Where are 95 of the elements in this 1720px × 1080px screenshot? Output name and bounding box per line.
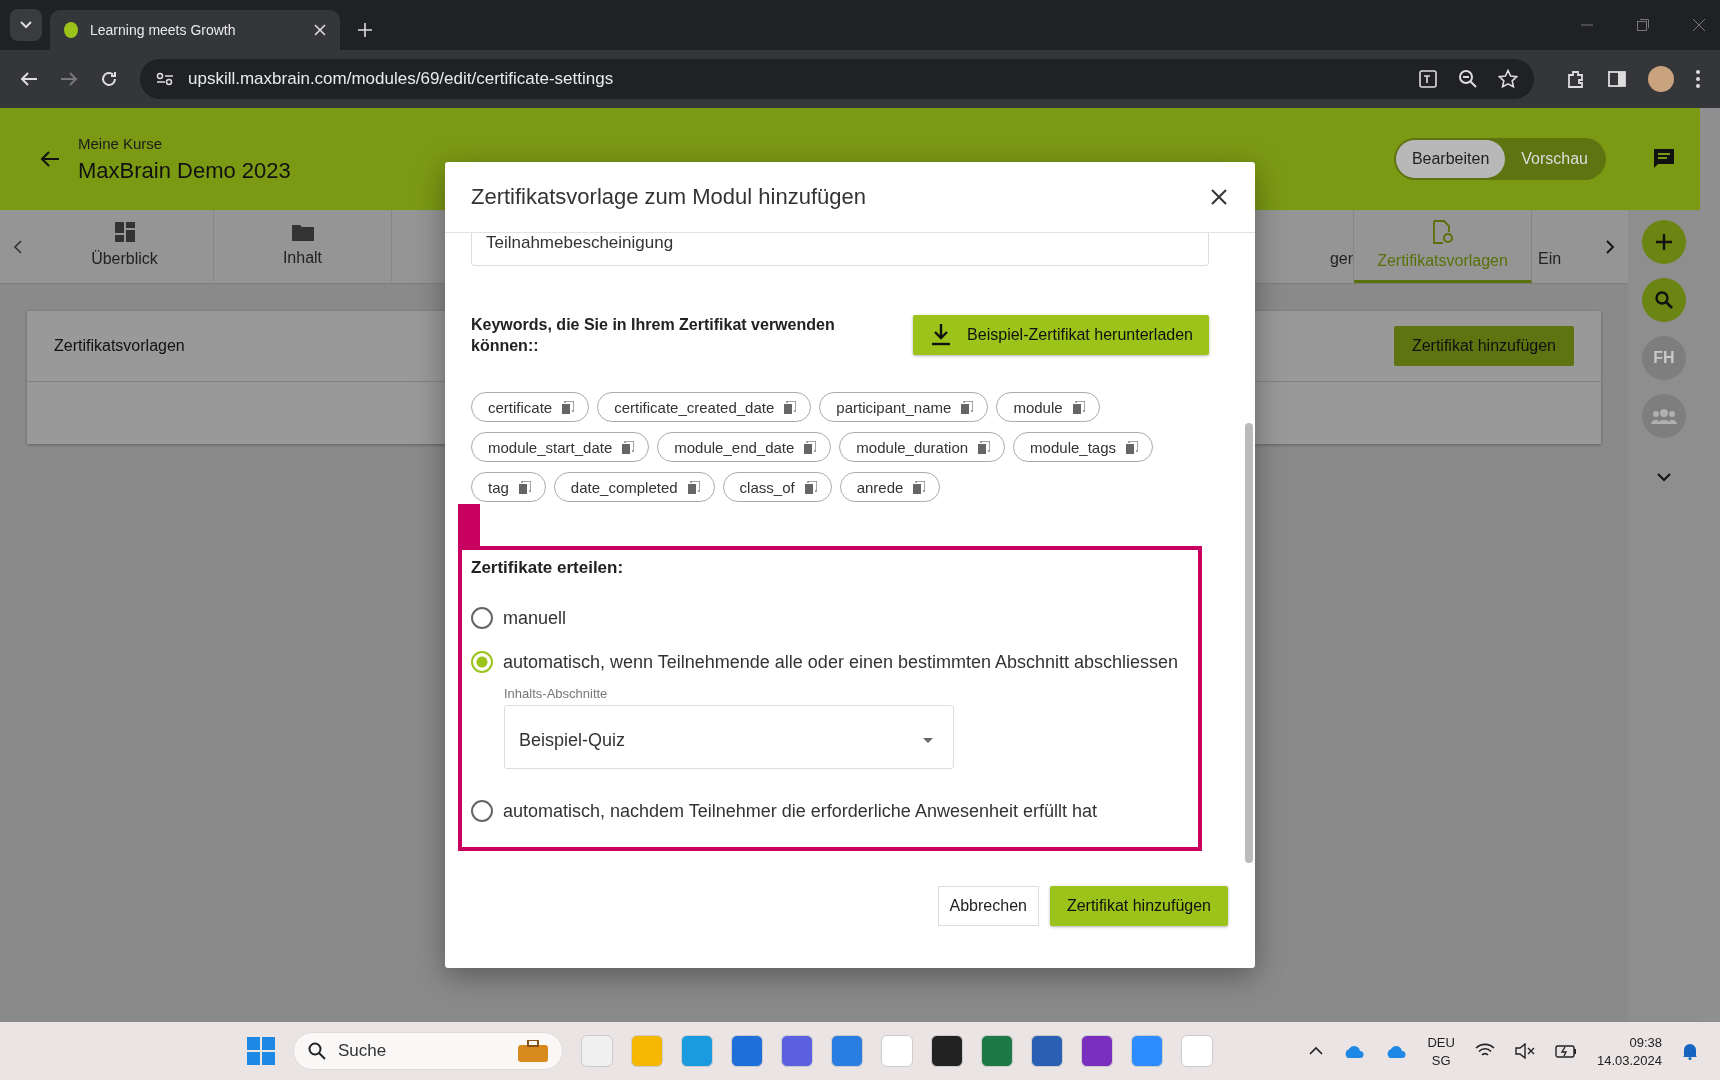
side-panel-icon[interactable]: [1608, 70, 1626, 88]
page-scrollbar[interactable]: [1700, 108, 1720, 1022]
search-button[interactable]: [1642, 278, 1686, 322]
select-label: Inhalts-Abschnitte: [504, 686, 609, 701]
copy-icon: [804, 440, 817, 454]
cloud-icon[interactable]: [1385, 1044, 1408, 1058]
briefcase-icon: [518, 1040, 548, 1062]
taskbar-app-icon[interactable]: [931, 1035, 963, 1067]
keyword-chip[interactable]: module: [996, 392, 1100, 422]
radio-button[interactable]: [471, 651, 493, 673]
copy-icon: [518, 480, 531, 494]
chevron-down-icon[interactable]: [1657, 472, 1671, 482]
radio-label[interactable]: manuell: [503, 607, 567, 629]
add-certificate-button[interactable]: Zertifikat hinzufügen: [1393, 326, 1574, 366]
site-settings-icon[interactable]: [156, 72, 174, 86]
keyword-chip[interactable]: certificate_created_date: [597, 392, 812, 422]
name-field[interactable]: Teilnahmebescheinigung: [471, 233, 1209, 266]
url-text: upskill.maxbrain.com/modules/69/edit/certificate-settings: [188, 69, 615, 89]
back-arrow-icon[interactable]: [40, 149, 60, 169]
radio-button[interactable]: [471, 800, 493, 822]
chevron-right-icon[interactable]: [1605, 239, 1615, 254]
breadcrumb-link[interactable]: Meine Kurse: [78, 134, 291, 152]
section-label: Zertifikate erteilen:: [471, 558, 625, 578]
reload-icon[interactable]: [100, 70, 118, 88]
restore-icon[interactable]: [1636, 18, 1650, 32]
taskbar-search-field[interactable]: Suche: [293, 1032, 563, 1070]
forward-icon[interactable]: [60, 70, 78, 88]
copy-icon: [622, 440, 635, 454]
copy-icon: [804, 480, 817, 494]
folder-icon: [291, 223, 314, 241]
search-icon: [1655, 291, 1673, 309]
close-icon[interactable]: [1211, 189, 1227, 205]
section-dropdown[interactable]: Beispiel-Quiz: [504, 705, 954, 769]
more-icon[interactable]: [1696, 70, 1700, 88]
keyword-chip[interactable]: tag: [471, 472, 546, 502]
keywords-label: Keywords, die Sie in Ihrem Zertifikat verwenden können::: [471, 315, 836, 356]
cancel-button[interactable]: Abbrechen: [937, 886, 1039, 926]
keyword-chip[interactable]: module_start_date: [471, 432, 650, 462]
keyword-chip[interactable]: participant_name: [819, 392, 989, 422]
keyword-chip[interactable]: module_tags: [1013, 432, 1153, 462]
taskbar-clock[interactable]: 09:38 14.03.2024: [1596, 1034, 1662, 1068]
add-button[interactable]: [1642, 220, 1686, 264]
keyword-chip[interactable]: module_end_date: [657, 432, 832, 462]
card-title: Zertifikatsvorlagen: [54, 337, 185, 355]
certificate-file-icon: [1431, 220, 1454, 244]
radio-button[interactable]: [471, 607, 493, 629]
copy-icon: [784, 400, 797, 414]
profile-avatar[interactable]: [1648, 66, 1674, 92]
chat-icon[interactable]: [1653, 148, 1675, 170]
dialog-title: Zertifikatsvorlage zum Modul hinzufügen: [471, 184, 867, 210]
input-language-indicator[interactable]: DEU SG: [1427, 1034, 1455, 1068]
submit-button[interactable]: Zertifikat hinzufügen: [1049, 886, 1228, 926]
mode-toggle-option[interactable]: Bearbeiten: [1395, 140, 1506, 178]
plus-icon: [1655, 233, 1673, 251]
extensions-icon[interactable]: [1566, 69, 1586, 89]
muted-speaker-icon[interactable]: [1514, 1043, 1535, 1059]
battery-icon[interactable]: [1554, 1044, 1577, 1058]
chevron-up-icon[interactable]: [1309, 1046, 1324, 1056]
course-title: MaxBrain Demo 2023: [78, 157, 291, 184]
chevron-left-icon[interactable]: [13, 239, 23, 254]
scrollbar-thumb[interactable]: [1245, 423, 1253, 863]
notification-bell-icon[interactable]: [1682, 1042, 1698, 1060]
translate-icon[interactable]: [1418, 69, 1438, 89]
tab-search-button[interactable]: [10, 9, 42, 41]
copy-icon: [1126, 440, 1138, 454]
keyword-chip[interactable]: date_completed: [553, 472, 715, 502]
copy-icon: [978, 440, 991, 454]
browser-tab[interactable]: Learning meets Growth: [50, 10, 340, 50]
star-icon[interactable]: [1498, 69, 1518, 89]
cloud-icon[interactable]: [1343, 1044, 1366, 1058]
chevron-down-icon: [20, 21, 32, 29]
people-icon: [1651, 408, 1677, 424]
radio-label[interactable]: automatisch, wenn Teilnehmende alle oder einen bestimmten Abschnitt abschliessen: [503, 651, 1179, 673]
taskbar-app-icon[interactable]: [1081, 1035, 1113, 1067]
address-bar[interactable]: upskill.maxbrain.com/modules/69/edit/certificate-settings: [140, 59, 1534, 99]
copy-icon: [913, 480, 926, 494]
search-icon: [308, 1042, 326, 1060]
windows-start-icon[interactable]: [247, 1037, 275, 1065]
copy-icon: [687, 480, 700, 494]
new-tab-icon[interactable]: [358, 23, 372, 37]
radio-label[interactable]: automatisch, nachdem Teilnehmer die erforderliche Anwesenheit erfüllt hat: [503, 800, 1097, 822]
dropdown-caret-icon: [923, 737, 933, 743]
keyword-chip[interactable]: module_duration: [839, 432, 1006, 462]
copy-icon: [961, 400, 974, 414]
keyword-chip[interactable]: certificate: [471, 392, 590, 422]
copy-icon: [562, 400, 575, 414]
copy-icon: [1072, 400, 1085, 414]
mode-toggle-option[interactable]: Vorschau: [1505, 140, 1604, 178]
keyword-chip[interactable]: class_of: [722, 472, 832, 502]
back-icon[interactable]: [20, 70, 38, 88]
keyword-chip[interactable]: anrede: [839, 472, 941, 502]
dashboard-icon: [114, 222, 135, 242]
download-button[interactable]: Beispiel-Zertifikat herunterladen: [913, 315, 1209, 355]
zoom-icon[interactable]: [1458, 69, 1478, 89]
download-icon: [931, 324, 952, 346]
